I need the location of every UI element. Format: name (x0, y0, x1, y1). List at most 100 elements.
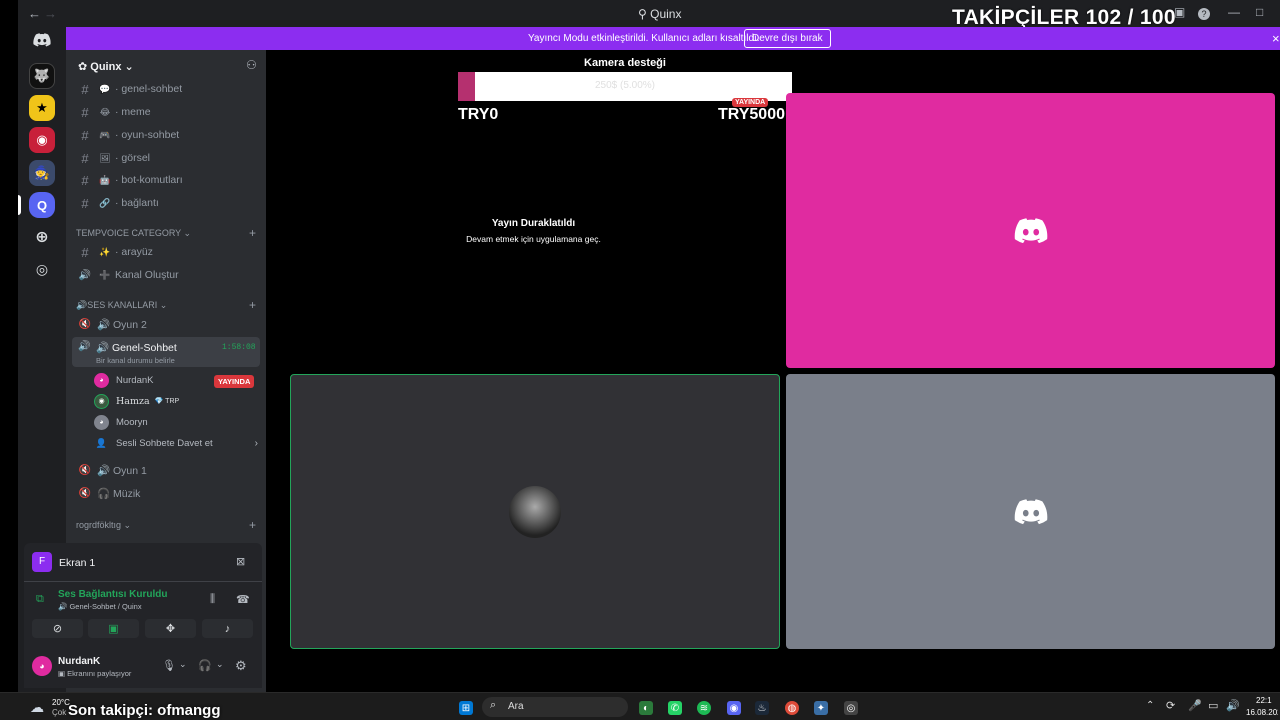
discord-home-icon[interactable] (29, 27, 55, 53)
channel-meme[interactable]: # 😂 · meme (72, 102, 260, 122)
channel-oyun-sohbet[interactable]: # 🎮 · oyun-sohbet (72, 125, 260, 145)
self-status: ▣ Ekranını paylaşıyor (58, 669, 132, 678)
category-ses-kanallari[interactable]: 🔊SES KANALLARI ⌄ (76, 300, 167, 311)
taskbar-search[interactable]: ⌕ Ara (482, 697, 628, 717)
tray-display-icon[interactable]: ▭ (1208, 699, 1218, 712)
user-panel: ◕ NurdanK ▣ Ekranını paylaşıyor 🎙 ⌄ 🎧 ⌄ … (24, 648, 262, 688)
chrome-icon[interactable]: ◐ (639, 701, 653, 715)
chevron-right-icon: › (254, 437, 258, 449)
voice-connected-icon: 🔊 (78, 341, 91, 352)
connection-channel: 🔊 Genel-Sohbet / Quinx (58, 602, 142, 611)
participant-tile-gray[interactable] (786, 374, 1275, 649)
explore-icon[interactable]: ◎ (29, 256, 55, 282)
back-arrow-icon[interactable]: ← (28, 6, 41, 21)
disable-button[interactable]: Devre dışı bırak (744, 29, 831, 48)
activities-button[interactable]: ✥ (145, 619, 196, 638)
voice-user-nurdank[interactable]: ◕ NurdanK (94, 370, 154, 390)
steam-icon[interactable]: ♨ (755, 701, 769, 715)
server-icon-wizard[interactable]: 🧙 (29, 160, 55, 186)
self-avatar[interactable]: ◕ (32, 656, 52, 676)
stream-stage: Kamera desteği 250$ (5.00%) TRY0 TRY5000… (266, 50, 1280, 692)
voice-channel-oyun-1[interactable]: 🔇 🔊 Oyun 1 (72, 460, 260, 480)
app-icon[interactable]: ✦ (814, 701, 828, 715)
channel-kanal-olustur[interactable]: 🔊 ➕ Kanal Oluştur (72, 265, 260, 285)
noise-suppression-icon[interactable]: ⫼ (210, 593, 215, 606)
user-name: NurdanK (116, 374, 154, 386)
voice-channel-muzik[interactable]: 🔇 🎧 Müzik (72, 483, 260, 503)
server-icon-red[interactable]: ◉ (29, 127, 55, 153)
server-icon-quinx[interactable]: Q (29, 192, 55, 218)
settings-gear-icon[interactable]: ⚙ (235, 658, 247, 674)
screen-share-button[interactable]: ▣ (88, 619, 139, 638)
weather-icon[interactable]: ☁ (30, 699, 44, 716)
live-badge: YAYINDA (214, 375, 255, 388)
category-tempvoice[interactable]: TEMPVOICE CATEGORY ⌄ (76, 228, 191, 239)
user-tag: 💎 TRP (154, 398, 180, 405)
channel-genel-sohbet[interactable]: # 💬 · genel-sohbet (72, 79, 260, 99)
obs-icon[interactable]: ◎ (844, 701, 858, 715)
donation-progress-bar: 250$ (5.00%) (458, 72, 792, 101)
stop-stream-icon[interactable]: ⊠ (236, 555, 245, 568)
tray-volume-icon[interactable]: 🔊 (1226, 699, 1240, 712)
voice-user-mooryn[interactable]: ◕ Mooryn (94, 412, 148, 432)
search-placeholder: Ara (508, 701, 524, 712)
spotify-icon[interactable]: ≋ (697, 701, 711, 715)
voice-channel-oyun-2[interactable]: 🔇 🔊 Oyun 2 (72, 314, 260, 334)
chevron-down-icon[interactable]: ⌄ (179, 659, 187, 670)
divider (24, 581, 262, 582)
live-badge: YAYINDA (732, 98, 769, 107)
channel-gorsel[interactable]: # 🖼 · görsel (72, 148, 260, 168)
tray-mic-icon[interactable]: 🎤 (1188, 699, 1202, 712)
soundboard-button[interactable]: ♪ (202, 619, 253, 638)
channel-baglanti[interactable]: # 🔗 · bağlantı (72, 193, 260, 213)
channel-bot-komutlari[interactable]: # 🤖 · bot-komutları (72, 170, 260, 190)
self-username[interactable]: NurdanK (58, 656, 100, 667)
disconnect-icon[interactable]: ☎ (236, 593, 250, 606)
invite-to-voice[interactable]: 👤 Sesli Sohbete Davet et › (94, 433, 258, 453)
connection-status[interactable]: Ses Bağlantısı Kuruldu (58, 589, 167, 600)
voice-user-hamza[interactable]: ◉ Hamza 💎 TRP (94, 391, 179, 411)
paused-title: Yayın Duraklatıldı (491, 218, 576, 229)
maximize-icon[interactable]: □ (1256, 5, 1263, 19)
paused-subtitle: Devam etmek için uygulamana geç. (466, 234, 601, 244)
close-icon[interactable]: × (1272, 31, 1280, 46)
avatar (509, 485, 561, 538)
signal-icon[interactable]: ⧉ (36, 593, 44, 606)
tray-chevron-icon[interactable]: ⌃ (1146, 700, 1154, 711)
whatsapp-icon[interactable]: ✆ (668, 701, 682, 715)
forward-arrow-icon[interactable]: → (44, 6, 57, 21)
help-icon[interactable]: ? (1198, 8, 1210, 20)
headphones-icon[interactable]: 🎧 (198, 659, 212, 672)
invite-label: Sesli Sohbete Davet et (116, 437, 213, 449)
server-icon-wolf[interactable]: 🐺 (29, 63, 55, 89)
voice-channel-genel-sohbet[interactable]: 🔊 🔊 Genel-Sohbet 1:58:08 Bir kanal durum… (72, 337, 260, 367)
browser-icon[interactable]: ◍ (785, 701, 799, 715)
camera-off-button[interactable]: ⊘ (32, 619, 83, 638)
participant-tile-speaking[interactable] (290, 374, 780, 649)
discord-taskbar-icon[interactable]: ◉ (727, 701, 741, 715)
add-channel-icon[interactable]: + (249, 518, 256, 532)
chevron-down-icon[interactable]: ⌄ (216, 659, 224, 670)
last-follower-overlay: Son takipçi: ofmangg (68, 702, 221, 719)
server-icon-yellow[interactable]: ★ (29, 95, 55, 121)
clock-date[interactable]: 16.08.202 (1246, 708, 1278, 717)
clock-time[interactable]: 22:1 (1256, 696, 1278, 705)
discord-logo-icon (1014, 498, 1047, 524)
screen-avatar: F (32, 552, 52, 572)
windows-start-icon[interactable]: ⊞ (459, 701, 473, 715)
add-member-icon[interactable]: ⚇ (246, 58, 257, 72)
channel-arayuz[interactable]: # ✨ · arayüz (72, 242, 260, 262)
add-channel-icon[interactable]: + (249, 298, 256, 312)
donation-max: TRY5000 (718, 106, 785, 123)
server-header[interactable]: ✿ Quinx ⌄ (78, 60, 134, 73)
microphone-icon[interactable]: 🎙 (162, 659, 176, 672)
user-name: Hamza (116, 395, 150, 407)
add-server-icon[interactable]: ⊕ (29, 224, 55, 250)
minimize-icon[interactable]: — (1228, 5, 1240, 19)
participant-tile-pink[interactable] (786, 93, 1275, 368)
tray-app-icon[interactable]: ⟳ (1166, 699, 1175, 712)
channel-status[interactable]: Bir kanal durumu belirle (96, 356, 175, 365)
avatar: ◕ (94, 372, 109, 388)
category-other[interactable]: rogrdfökltıg ⌄ (76, 520, 131, 531)
add-channel-icon[interactable]: + (249, 226, 256, 240)
